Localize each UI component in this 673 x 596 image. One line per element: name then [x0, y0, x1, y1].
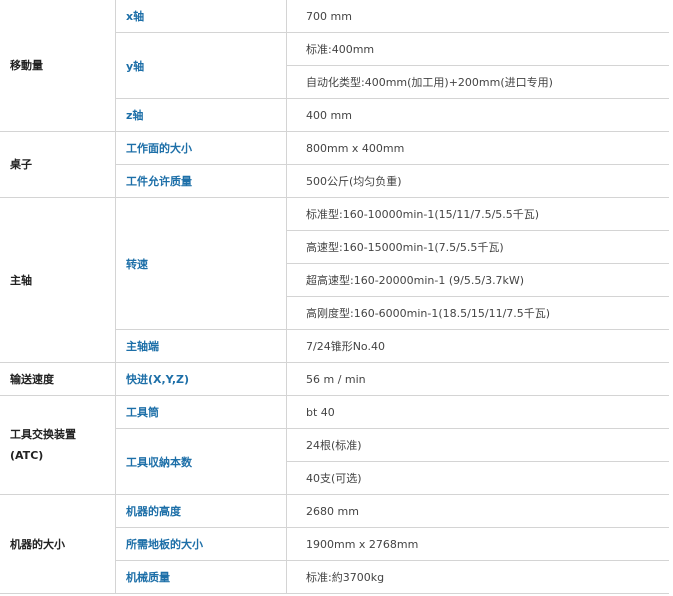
- table-row: 机器的大小 机器的高度 2680 mm: [0, 494, 669, 594]
- item-tool-capacity: 工具収納本数: [115, 428, 287, 495]
- item-tool-shank: 工具筒: [115, 395, 287, 429]
- item-floor-space: 所需地板的大小: [115, 527, 287, 561]
- category-atc: 工具交换装置 (ATC): [0, 395, 116, 495]
- item-machine-height: 机器的高度: [115, 494, 287, 528]
- value-spindle-speed-standard: 标准型:160-10000min-1(15/11/7.5/5.5千瓦): [286, 197, 669, 231]
- table-row: 桌子 工作面的大小 800mm x 400mm: [0, 131, 669, 198]
- table-row: 移動量 x轴 700 mm: [0, 0, 669, 132]
- category-spindle: 主轴: [0, 197, 116, 363]
- item-z-axis: z轴: [115, 98, 287, 132]
- value-tool-shank: bt 40: [286, 395, 669, 429]
- value-machine-mass: 标准:約3700kg: [286, 560, 669, 594]
- category-machine: 机器的大小: [0, 494, 116, 594]
- category-atc-line2: (ATC): [10, 449, 44, 462]
- value-floor-space: 1900mm x 2768mm: [286, 527, 669, 561]
- value-tool-capacity-option: 40支(可选): [286, 461, 669, 495]
- spec-table: 移動量 x轴 700 mm y轴 标准:400mm 自动化类型:400mm(加工…: [0, 0, 669, 594]
- value-y-axis-automation: 自动化类型:400mm(加工用)+200mm(进口专用): [286, 65, 669, 99]
- item-table-load: 工件允许质量: [115, 164, 287, 198]
- item-spindle-speed: 转速: [115, 197, 287, 330]
- category-table: 桌子: [0, 131, 116, 198]
- value-spindle-speed-high: 高速型:160-15000min-1(7.5/5.5千瓦): [286, 230, 669, 264]
- item-machine-mass: 机械质量: [115, 560, 287, 594]
- value-rapid-feed: 56 m / min: [286, 362, 669, 396]
- item-table-surface: 工作面的大小: [115, 131, 287, 165]
- category-travel: 移動量: [0, 0, 116, 132]
- value-spindle-nose: 7/24锥形No.40: [286, 329, 669, 363]
- value-tool-capacity-standard: 24根(标准): [286, 428, 669, 462]
- value-table-load: 500公斤(均匀负重): [286, 164, 669, 198]
- item-x-axis: x轴: [115, 0, 287, 33]
- table-row: 主轴 转速 标准型:160-10000min-1(15/11/7.5/5.5千瓦…: [0, 197, 669, 363]
- value-table-surface: 800mm x 400mm: [286, 131, 669, 165]
- category-feed: 输送速度: [0, 362, 116, 396]
- table-row: 输送速度 快进(X,Y,Z) 56 m / min: [0, 362, 669, 396]
- item-rapid-feed: 快进(X,Y,Z): [115, 362, 287, 396]
- value-spindle-speed-ultra: 超高速型:160-20000min-1 (9/5.5/3.7kW): [286, 263, 669, 297]
- value-x-axis: 700 mm: [286, 0, 669, 33]
- value-y-axis-standard: 标准:400mm: [286, 32, 669, 66]
- category-atc-line1: 工具交换装置: [10, 428, 76, 441]
- item-spindle-nose: 主轴端: [115, 329, 287, 363]
- value-z-axis: 400 mm: [286, 98, 669, 132]
- value-spindle-speed-rigid: 高刚度型:160-6000min-1(18.5/15/11/7.5千瓦): [286, 296, 669, 330]
- table-row: 工具交换装置 (ATC) 工具筒 bt 40: [0, 395, 669, 495]
- value-machine-height: 2680 mm: [286, 494, 669, 528]
- item-y-axis: y轴: [115, 32, 287, 99]
